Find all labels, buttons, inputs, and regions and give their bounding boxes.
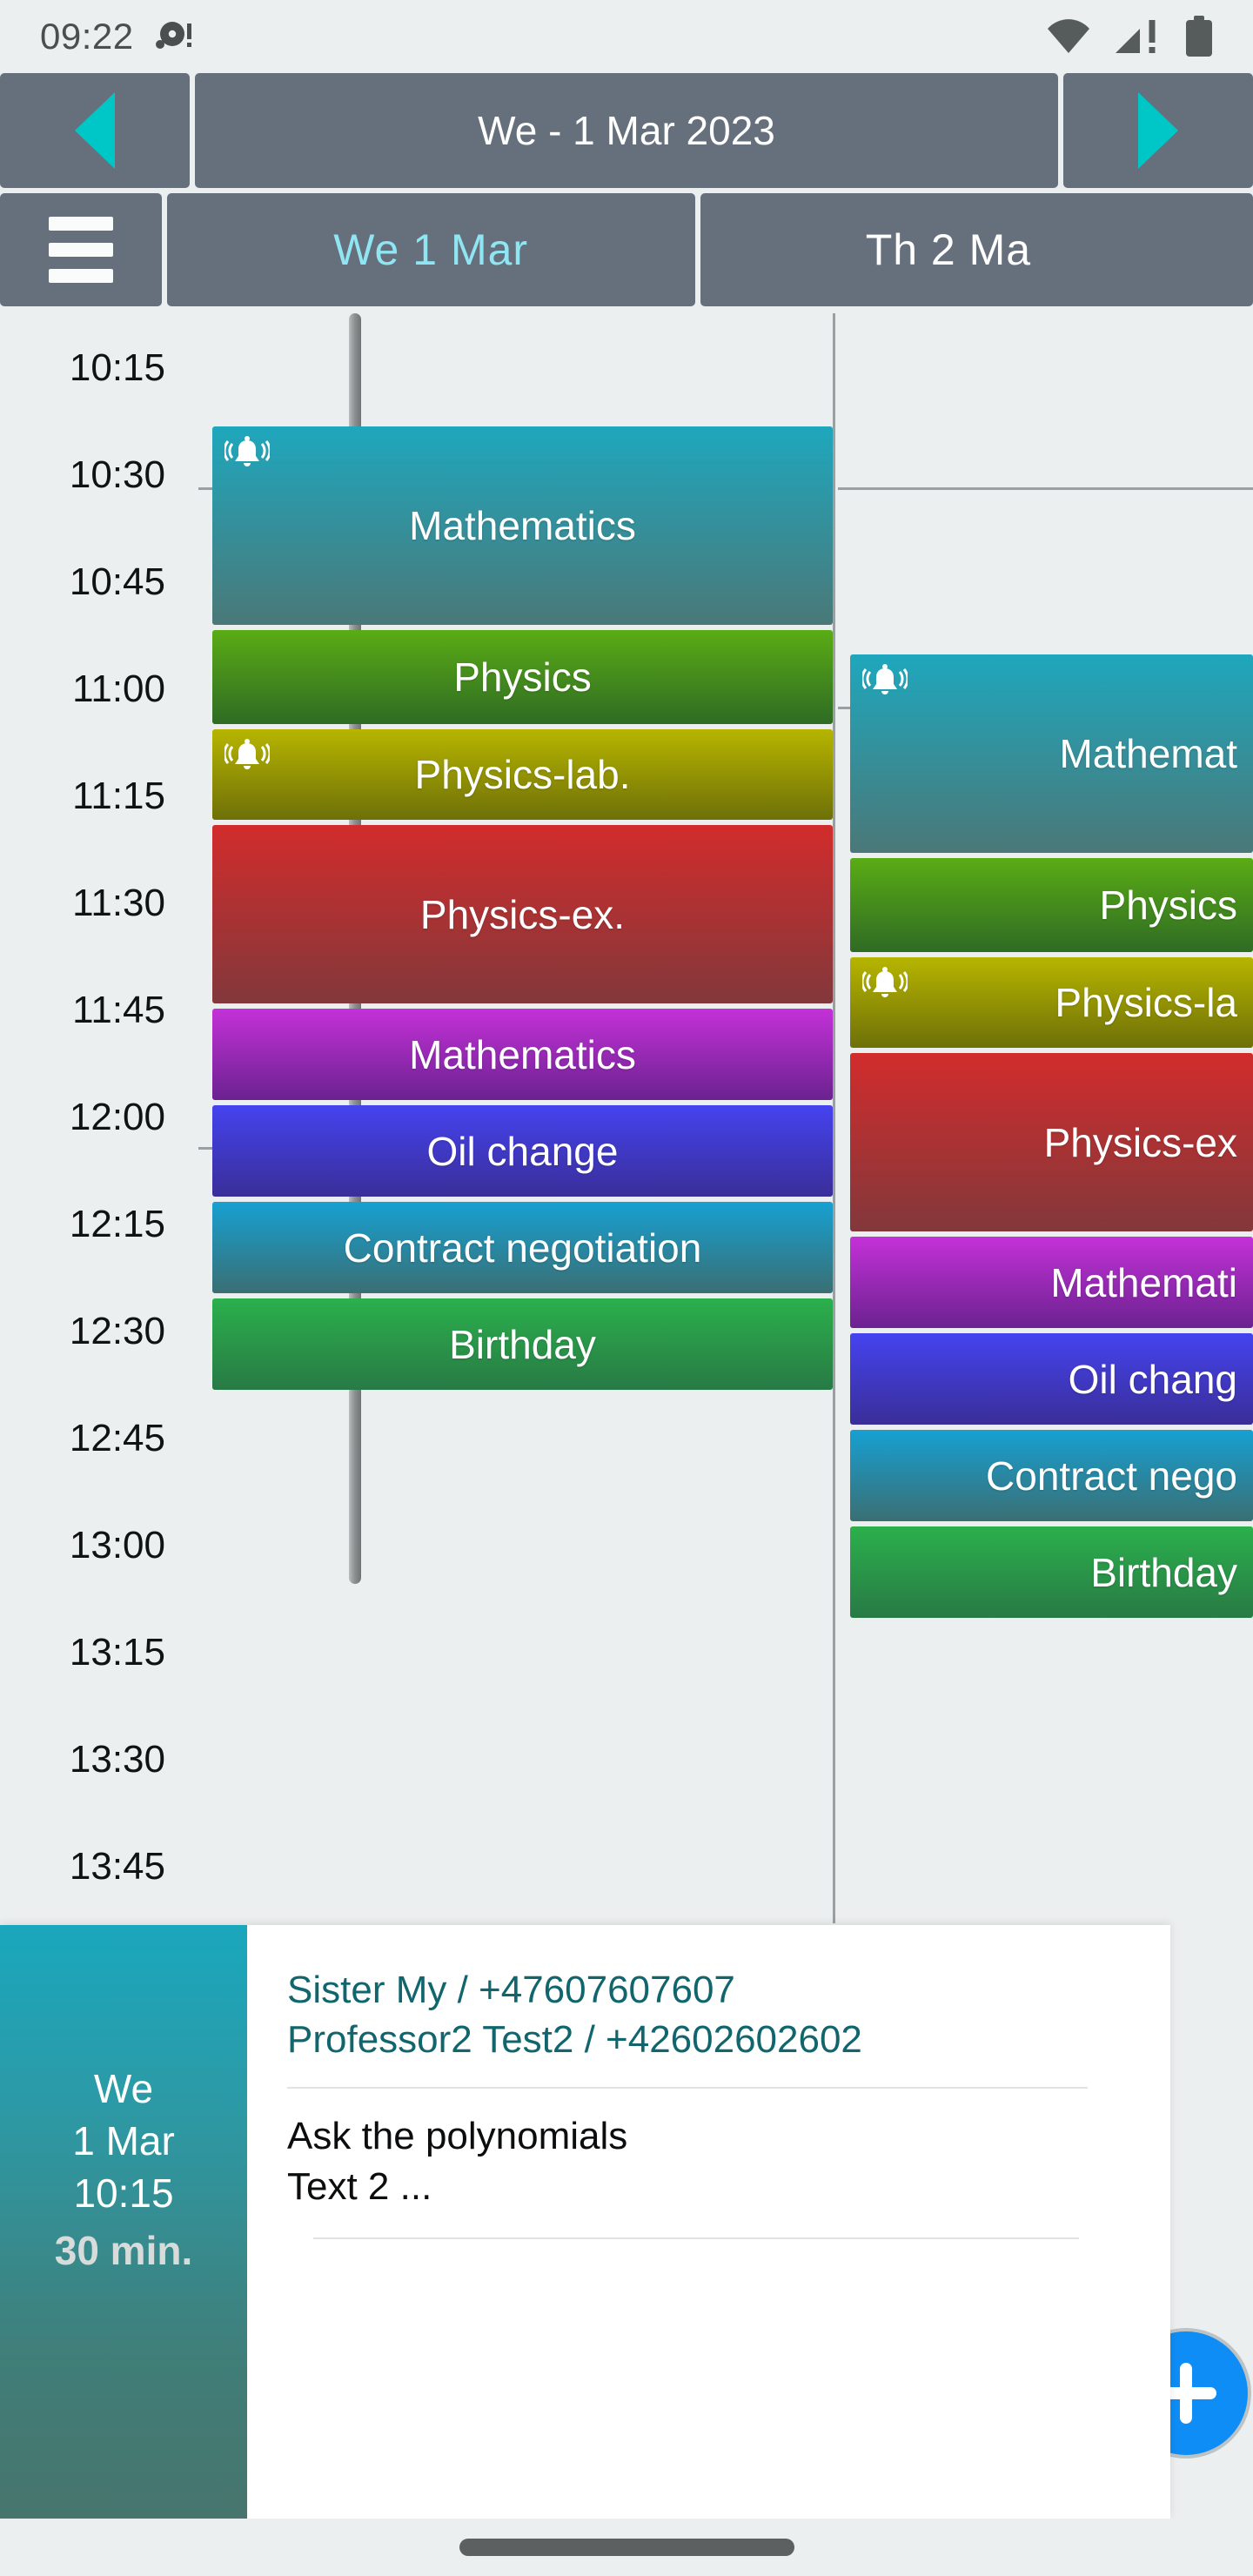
time-label: 12:30 <box>69 1310 165 1352</box>
prev-day-button[interactable] <box>0 73 190 188</box>
time-label: 13:30 <box>69 1738 165 1781</box>
event-title: Physics <box>453 654 592 700</box>
event-title: Contract nego <box>986 1452 1237 1499</box>
event-title: Mathematics <box>409 503 636 548</box>
hamburger-menu-icon <box>48 217 113 283</box>
wifi-icon <box>1046 18 1091 55</box>
time-label: 10:15 <box>69 346 165 389</box>
event-title: Physics-ex. <box>419 891 626 937</box>
cellular-signal-warning-icon <box>1114 18 1161 55</box>
calendar-event[interactable]: Birthday <box>850 1526 1253 1618</box>
detail-time: 10:15 <box>73 2170 174 2216</box>
detail-weekday: We <box>93 2065 154 2111</box>
event-title: Oil chang <box>1068 1356 1237 1402</box>
plus-icon-vertical <box>1180 2363 1192 2424</box>
detail-contact-1[interactable]: Sister My / +47607607607 <box>287 1965 1123 2015</box>
event-title: Birthday <box>449 1321 596 1367</box>
system-nav-bar <box>0 2519 1253 2576</box>
detail-contact-2[interactable]: Professor2 Test2 / +42602602602 <box>287 2015 1123 2064</box>
calendar-event[interactable]: Physics-la <box>850 957 1253 1048</box>
calendar-event[interactable]: Mathematics <box>212 426 833 625</box>
alarm-bell-icon <box>861 966 909 1004</box>
alarm-bell-icon <box>223 738 271 776</box>
calendar-event[interactable]: Contract negotiation <box>212 1202 833 1293</box>
app-screen: 09:22 We - 1 Mar 2023 We 1 Mar Th 2 Ma 1… <box>0 0 1253 2576</box>
day-header-we[interactable]: We 1 Mar <box>166 193 695 306</box>
event-title: Oil change <box>426 1128 619 1174</box>
detail-duration: 30 min. <box>54 2228 193 2274</box>
chevron-left-icon <box>75 92 115 169</box>
next-day-button[interactable] <box>1063 73 1253 188</box>
time-label: 11:00 <box>72 667 165 710</box>
detail-note-2: Text 2 ... <box>287 2164 432 2208</box>
time-label: 13:00 <box>69 1524 165 1566</box>
status-bar-right <box>1046 16 1215 57</box>
calendar-event[interactable]: Oil change <box>212 1105 833 1197</box>
menu-button[interactable] <box>0 193 162 306</box>
detail-note-1: Ask the polynomials <box>287 2115 628 2158</box>
day-header-label: Th 2 Ma <box>865 225 1032 274</box>
detail-divider-2 <box>313 2237 1079 2239</box>
status-bar-left: 09:22 <box>40 16 193 57</box>
event-title: Physics-la <box>1055 980 1237 1025</box>
day-column-th[interactable]: Mathemat Physics Physics-la Physics-ex Mathe… <box>838 313 1253 1923</box>
calendar-event[interactable]: Mathematics <box>212 1009 833 1100</box>
alarm-bell-icon <box>223 435 271 473</box>
day-column-we[interactable]: Mathematics Physics Physics-lab. Physics-ex… <box>198 313 835 1923</box>
calendar-event[interactable]: Physics-ex <box>850 1053 1253 1231</box>
time-axis: 10:15 10:30 10:45 11:00 11:15 11:30 11:45 12:00… <box>0 313 174 1923</box>
event-title: Mathemati <box>1050 1259 1237 1305</box>
calendar-event[interactable]: Oil chang <box>850 1333 1253 1425</box>
time-label: 13:45 <box>69 1845 165 1888</box>
chevron-right-icon <box>1138 92 1178 169</box>
title-bar-center[interactable]: We - 1 Mar 2023 <box>195 73 1058 188</box>
event-detail-popup[interactable]: We 1 Mar 10:15 30 min. Sister My / +4760… <box>0 1925 1170 2519</box>
calendar-event[interactable]: Mathemat <box>850 654 1253 853</box>
status-bar: 09:22 <box>0 0 1253 73</box>
detail-divider-1 <box>287 2087 1088 2090</box>
calendar-event[interactable]: Birthday <box>212 1298 833 1390</box>
time-label: 12:15 <box>69 1203 165 1245</box>
time-label: 11:15 <box>72 775 165 817</box>
battery-full-icon <box>1183 16 1215 57</box>
detail-date: 1 Mar <box>72 2117 175 2163</box>
event-detail-body: Sister My / +47607607607 Professor2 Test… <box>247 1925 1170 2519</box>
calendar-event[interactable]: Physics-ex. <box>212 825 833 1003</box>
time-label: 11:45 <box>72 989 165 1031</box>
event-title: Physics-ex <box>1043 1119 1237 1165</box>
event-title: Physics-lab. <box>414 752 631 797</box>
status-clock: 09:22 <box>40 16 134 57</box>
disc-alert-icon <box>153 17 193 57</box>
event-title: Birthday <box>1090 1549 1237 1595</box>
time-label: 11:30 <box>72 882 165 924</box>
event-title: Physics <box>1099 882 1237 928</box>
alarm-bell-icon <box>861 663 909 701</box>
event-title: Mathemat <box>1059 731 1237 776</box>
time-label: 10:30 <box>69 453 165 496</box>
calendar-event[interactable]: Mathemati <box>850 1237 1253 1328</box>
calendar-event[interactable]: Physics <box>850 858 1253 952</box>
day-header-label: We 1 Mar <box>333 225 529 274</box>
day-header-th[interactable]: Th 2 Ma <box>700 193 1253 306</box>
calendar-grid: 10:15 10:30 10:45 11:00 11:15 11:30 11:45 12:00… <box>0 313 1253 1923</box>
page-title: We - 1 Mar 2023 <box>478 108 775 153</box>
gesture-handle[interactable] <box>459 2539 794 2556</box>
event-title: Contract negotiation <box>343 1224 702 1271</box>
time-label: 10:45 <box>69 560 165 603</box>
vertical-scrollbar[interactable] <box>172 313 361 1923</box>
time-label: 13:15 <box>69 1631 165 1674</box>
day-header-row: We 1 Mar Th 2 Ma <box>0 193 1253 306</box>
time-label: 12:00 <box>69 1096 165 1138</box>
event-detail-when: We 1 Mar 10:15 30 min. <box>0 1925 247 2519</box>
hour-gridline <box>838 487 1253 490</box>
calendar-event[interactable]: Contract nego <box>850 1430 1253 1521</box>
title-bar: We - 1 Mar 2023 <box>0 73 1253 188</box>
calendar-event[interactable]: Physics-lab. <box>212 729 833 820</box>
event-title: Mathematics <box>409 1031 636 1077</box>
time-label: 12:45 <box>69 1417 165 1459</box>
calendar-event[interactable]: Physics <box>212 630 833 724</box>
